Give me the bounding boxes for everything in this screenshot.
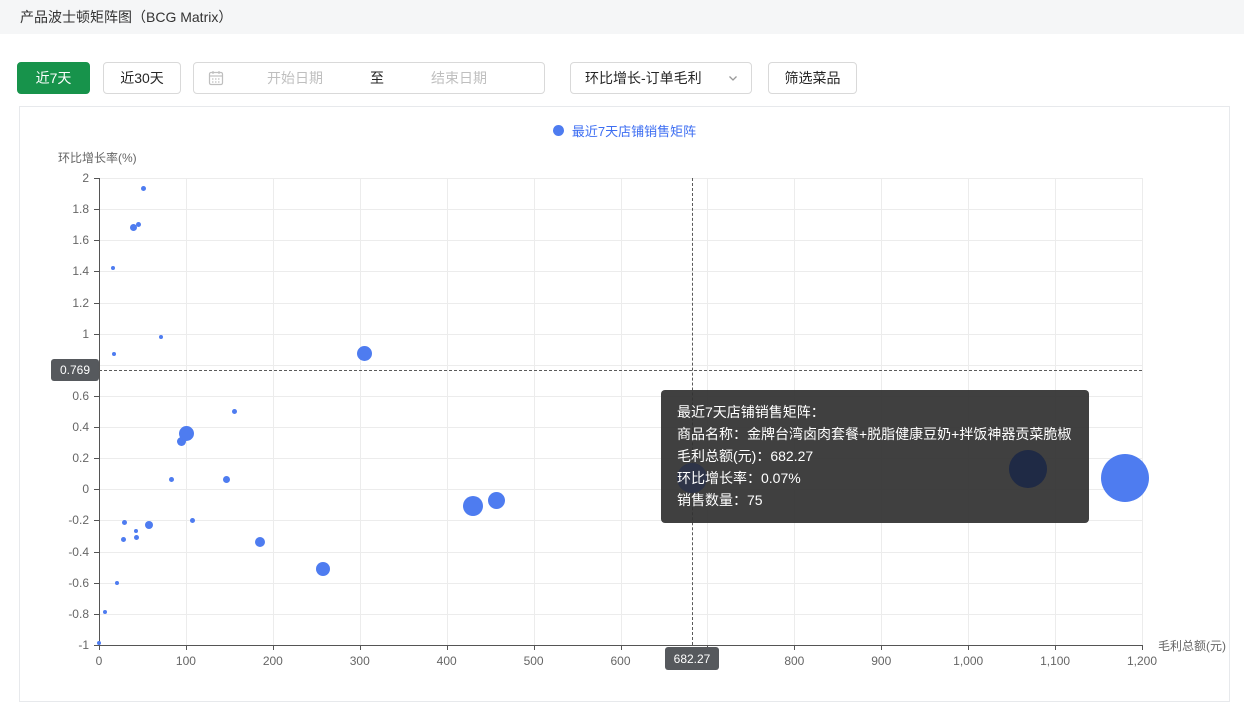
x-axis-tick [620, 645, 622, 650]
x-gridline [359, 178, 361, 645]
data-point[interactable] [223, 476, 231, 484]
data-point[interactable] [110, 266, 115, 271]
tooltip-content: 最近7天店铺销售矩阵： 商品名称：金牌台湾卤肉套餐+脱脂健康豆奶+拌饭神器贡菜脆椒… [661, 390, 1089, 522]
x-axis-tick-label: 100 [175, 654, 196, 668]
data-point[interactable] [168, 477, 174, 483]
x-axis-tick-label: 400 [436, 654, 457, 668]
metric-select-value: 环比增长-订单毛利 [585, 70, 702, 86]
x-gridline [272, 178, 274, 645]
tooltip-line: 最近7天店铺销售矩阵： [677, 404, 825, 420]
y-axis-tick-label: 1 [82, 326, 89, 341]
x-axis-tick [968, 645, 970, 650]
crosshair-horizontal-line [99, 369, 1142, 371]
start-date-input[interactable]: 开始日期 [224, 68, 366, 88]
tooltip-line: 销售数量：75 [677, 492, 763, 508]
bcg-scatter-chart[interactable]: 21.81.61.41.210.80.60.40.20-0.2-0.4-0.6-… [20, 107, 1229, 701]
y-axis-tick-label: 1.8 [72, 202, 89, 217]
data-point[interactable] [111, 351, 116, 356]
y-axis-tick-label: 1.2 [72, 295, 89, 310]
metric-select[interactable]: 环比增长-订单毛利 [570, 62, 752, 94]
x-gridline [533, 178, 535, 645]
calendar-icon [208, 70, 224, 86]
y-axis-pointer-label: 0.769 [51, 358, 99, 381]
data-point[interactable] [179, 425, 195, 441]
x-axis-tick [272, 645, 274, 650]
range-last7-button[interactable]: 近7天 [17, 62, 90, 94]
x-axis-tick [185, 645, 187, 650]
data-point[interactable] [487, 491, 505, 509]
x-axis-tick [881, 645, 883, 650]
data-point[interactable] [316, 561, 331, 576]
x-axis-tick [533, 645, 535, 650]
y-axis-tick-label: -1 [78, 638, 89, 652]
data-point[interactable] [232, 409, 238, 414]
x-axis-pointer-label: 682.27 [665, 647, 719, 670]
x-axis-tick-label: 300 [349, 654, 370, 668]
x-gridline [99, 178, 100, 645]
data-point[interactable] [136, 222, 142, 228]
x-axis-tick [446, 645, 448, 650]
data-point[interactable] [158, 334, 163, 339]
tooltip-line: 毛利总额(元)：682.27 [677, 448, 814, 464]
x-axis-tick-label: 1,000 [953, 654, 984, 668]
y-axis-tick-label: -0.6 [68, 575, 89, 590]
y-axis-tick-label: 1.4 [72, 264, 89, 279]
x-axis-tick [359, 645, 361, 650]
x-gridline [185, 178, 187, 645]
x-axis-tick [794, 645, 796, 650]
toolbar: 近7天 近30天 开始日期 至 结束日期 环比增长-订单毛利 筛选菜品 [0, 62, 1244, 94]
data-point[interactable] [115, 580, 120, 585]
date-range-picker[interactable]: 开始日期 至 结束日期 [193, 62, 545, 94]
data-point[interactable] [189, 517, 195, 523]
date-range-separator: 至 [370, 70, 384, 86]
range-last30-button[interactable]: 近30天 [103, 62, 181, 94]
tooltip-line: 环比增长率：0.07% [677, 470, 801, 486]
y-axis-title: 环比增长率(%) [58, 151, 137, 165]
x-axis-title: 毛利总额(元) [1158, 639, 1226, 653]
y-axis-tick-label: -0.4 [68, 544, 89, 559]
tooltip-line: 商品名称：金牌台湾卤肉套餐+脱脂健康豆奶+拌饭神器贡菜脆椒 [677, 426, 1072, 442]
data-point[interactable] [144, 521, 153, 530]
end-date-input[interactable]: 结束日期 [388, 68, 530, 88]
x-axis-tick-label: 200 [262, 654, 283, 668]
y-axis-tick-label: -0.2 [68, 513, 89, 528]
y-axis-tick-label: 0.6 [72, 388, 89, 403]
data-point[interactable] [134, 529, 139, 534]
x-axis-tick-label: 900 [871, 654, 892, 668]
page-title: 产品波士顿矩阵图（BCG Matrix） [20, 9, 233, 25]
x-axis-tick-label: 0 [95, 654, 103, 668]
y-axis-tick-label: 0.2 [72, 451, 89, 466]
y-axis-tick-label: 0.4 [72, 420, 89, 435]
data-point[interactable] [254, 537, 265, 548]
data-point[interactable] [133, 535, 139, 541]
x-axis-tick-label: 1,200 [1126, 654, 1158, 668]
chart-card: 最近7天店铺销售矩阵 21.81.61.41.210.80.60.40.20-0… [19, 106, 1230, 702]
x-axis-tick-label: 1,100 [1040, 654, 1071, 668]
x-gridline [446, 178, 448, 645]
tooltip: 最近7天店铺销售矩阵： 商品名称：金牌台湾卤肉套餐+脱脂健康豆奶+拌饭神器贡菜脆椒… [661, 390, 1089, 523]
data-point[interactable] [121, 519, 127, 525]
page-header: 产品波士顿矩阵图（BCG Matrix） [0, 0, 1244, 34]
data-point[interactable] [1100, 454, 1149, 503]
x-axis-tick [1142, 645, 1143, 650]
x-axis-tick-label: 800 [784, 654, 805, 668]
data-point[interactable] [357, 346, 373, 362]
y-axis-tick-label: 2 [82, 171, 89, 185]
y-axis-tick-label: 0 [82, 482, 89, 497]
data-point[interactable] [120, 536, 126, 542]
chevron-down-icon [727, 72, 739, 84]
x-axis-tick [1055, 645, 1057, 650]
y-axis-tick-label: 1.6 [72, 233, 89, 248]
x-axis-tick-label: 600 [610, 654, 631, 668]
data-point[interactable] [462, 496, 483, 517]
x-gridline [620, 178, 622, 645]
data-point[interactable] [140, 186, 146, 192]
y-axis-tick-label: -0.8 [68, 606, 89, 621]
x-axis-tick [99, 645, 100, 650]
x-axis-tick-label: 500 [523, 654, 544, 668]
x-gridline [1142, 178, 1143, 645]
filter-dishes-button[interactable]: 筛选菜品 [768, 62, 857, 94]
